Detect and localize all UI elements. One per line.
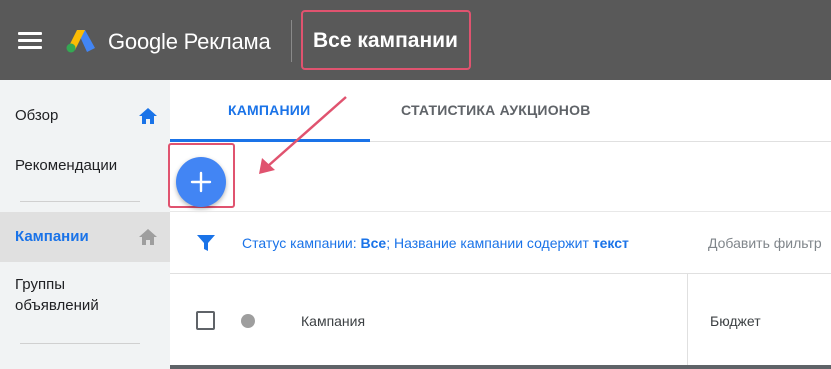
- sidebar-divider: [20, 201, 140, 202]
- table-header-border: [170, 365, 831, 369]
- status-column-icon: [241, 314, 255, 328]
- active-tab-indicator: [170, 139, 370, 142]
- sidebar: Обзор Рекомендации Кампании Группы объяв…: [0, 80, 170, 369]
- sidebar-divider: [20, 343, 140, 344]
- column-header-budget[interactable]: Бюджет: [710, 313, 761, 329]
- main-content: КАМПАНИИ СТАТИСТИКА АУКЦИОНОВ Статус кам…: [168, 80, 831, 369]
- home-icon: [139, 108, 157, 124]
- sidebar-item-label: Обзор: [15, 107, 59, 124]
- tab-campaigns[interactable]: КАМПАНИИ: [228, 102, 310, 118]
- app-header: Google Реклама Все кампании: [0, 0, 831, 80]
- menu-icon[interactable]: [18, 30, 42, 50]
- sidebar-item-recommendations[interactable]: Рекомендации: [0, 152, 170, 180]
- sidebar-item-ad-groups[interactable]: Группы объявлений: [0, 274, 150, 316]
- brand-name[interactable]: Google Реклама: [108, 29, 271, 55]
- filter-icon[interactable]: [196, 233, 216, 253]
- filter-bar: Статус кампании: Все; Название кампании …: [170, 212, 831, 274]
- tab-auction-insights[interactable]: СТАТИСТИКА АУКЦИОНОВ: [401, 102, 591, 118]
- column-header-campaign[interactable]: Кампания: [301, 313, 365, 329]
- active-filters[interactable]: Статус кампании: Все; Название кампании …: [242, 235, 629, 251]
- sidebar-item-campaigns[interactable]: Кампании: [0, 212, 170, 262]
- plus-icon: [190, 171, 212, 193]
- header-divider: [291, 20, 292, 62]
- column-divider: [687, 274, 688, 366]
- filter-name-label: ; Название кампании содержит: [386, 235, 593, 251]
- sidebar-item-label: Рекомендации: [15, 157, 118, 174]
- google-ads-logo: [66, 30, 95, 53]
- sidebar-item-overview[interactable]: Обзор: [0, 102, 170, 130]
- add-filter-button[interactable]: Добавить фильтр: [708, 235, 822, 251]
- page-title: Все кампании: [301, 10, 471, 70]
- select-all-checkbox[interactable]: [196, 311, 215, 330]
- filter-status-label: Статус кампании:: [242, 235, 361, 251]
- home-icon: [139, 229, 157, 245]
- sidebar-item-label: Группы объявлений: [15, 276, 99, 314]
- sidebar-item-label: Кампании: [15, 228, 89, 245]
- filter-name-value: текст: [592, 235, 629, 251]
- add-campaign-button[interactable]: [176, 157, 226, 207]
- tab-bar: КАМПАНИИ СТАТИСТИКА АУКЦИОНОВ: [170, 80, 831, 142]
- filter-status-value: Все: [360, 235, 387, 251]
